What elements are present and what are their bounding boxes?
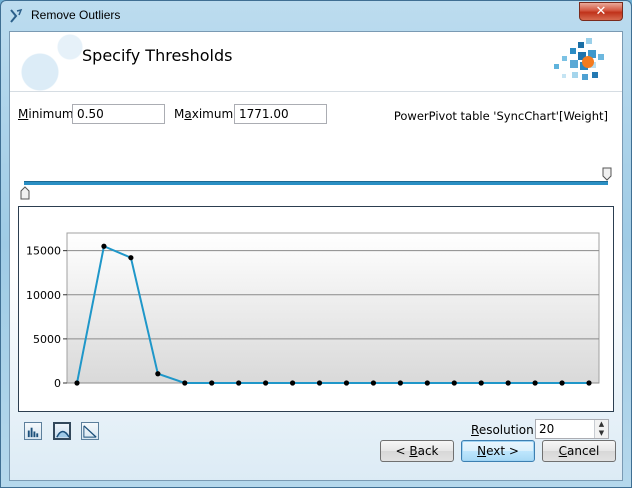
back-button[interactable]: < Back — [380, 440, 454, 462]
page-title: Specify Thresholds — [82, 46, 233, 65]
plot-area — [66, 232, 600, 384]
min-slider-thumb[interactable] — [20, 186, 30, 200]
data-point — [74, 380, 80, 386]
data-point — [559, 380, 565, 386]
close-icon: ✕ — [595, 4, 607, 19]
data-point — [532, 380, 538, 386]
powerpivot-logo-icon — [554, 38, 604, 80]
data-point — [424, 380, 430, 386]
data-point — [370, 380, 377, 386]
next-button[interactable]: Next > — [461, 440, 535, 462]
data-point — [182, 380, 188, 386]
title-bar[interactable]: Remove Outliers ✕ — [1, 1, 631, 31]
threshold-slider-track[interactable] — [24, 181, 608, 185]
data-point — [236, 380, 242, 386]
source-column-label: PowerPivot table 'SyncChart'[Weight] — [393, 109, 608, 123]
y-tick-label: 15000 — [26, 245, 61, 258]
data-point — [505, 380, 511, 386]
dialog-client: Specify Thresholds Minimum: 0.50 Maximum… — [9, 31, 623, 481]
cumulative-view-icon — [83, 425, 97, 438]
data-point — [263, 380, 269, 386]
resolution-stepper[interactable]: 20 ▲ ▼ — [535, 419, 609, 439]
data-point — [478, 380, 484, 386]
wizard-body: Minimum: Maximum: PowerPivot table 'Sync… — [10, 93, 622, 480]
max-slider-thumb[interactable] — [602, 167, 612, 181]
data-point — [586, 380, 592, 386]
data-point — [101, 243, 107, 249]
data-point — [451, 380, 457, 386]
data-point — [155, 371, 161, 377]
chart-canvas: 0 5000 10000 15000 — [26, 232, 600, 390]
distribution-chart: 0 5000 10000 15000 — [18, 206, 614, 412]
cancel-button[interactable]: Cancel — [542, 440, 616, 462]
minimum-label: Minimum: — [18, 107, 78, 121]
y-tick-label: 5000 — [33, 333, 61, 346]
minimum-input[interactable] — [72, 104, 165, 124]
maximum-label: Maximum: — [174, 107, 238, 121]
histogram-view-button[interactable] — [24, 422, 42, 440]
decorative-bubbles — [10, 32, 90, 92]
cumulative-view-button[interactable] — [81, 422, 99, 440]
dialog-window: Remove Outliers ✕ Specify Thresholds Min… — [0, 0, 632, 488]
histogram-view-icon — [27, 427, 39, 438]
curve-view-icon — [56, 430, 70, 438]
spin-buttons: ▲ ▼ — [594, 420, 608, 438]
curve-view-button[interactable] — [53, 422, 71, 440]
data-point — [316, 380, 323, 386]
window-title: Remove Outliers — [31, 8, 121, 22]
maximum-input[interactable] — [234, 104, 327, 124]
data-point — [397, 380, 403, 386]
data-point — [128, 255, 134, 261]
y-axis: 0 5000 10000 15000 — [26, 245, 67, 390]
app-icon — [10, 8, 23, 23]
y-tick-label: 0 — [54, 377, 61, 390]
spin-down-icon[interactable]: ▼ — [595, 429, 608, 438]
resolution-label: Resolution: — [471, 423, 538, 437]
close-button[interactable]: ✕ — [579, 2, 623, 21]
data-point — [209, 380, 215, 386]
data-point — [343, 380, 350, 386]
data-point — [289, 380, 296, 386]
wizard-header: Specify Thresholds — [10, 32, 622, 92]
y-tick-label: 10000 — [26, 289, 61, 302]
resolution-value[interactable]: 20 — [539, 422, 554, 436]
spin-up-icon[interactable]: ▲ — [595, 420, 608, 429]
